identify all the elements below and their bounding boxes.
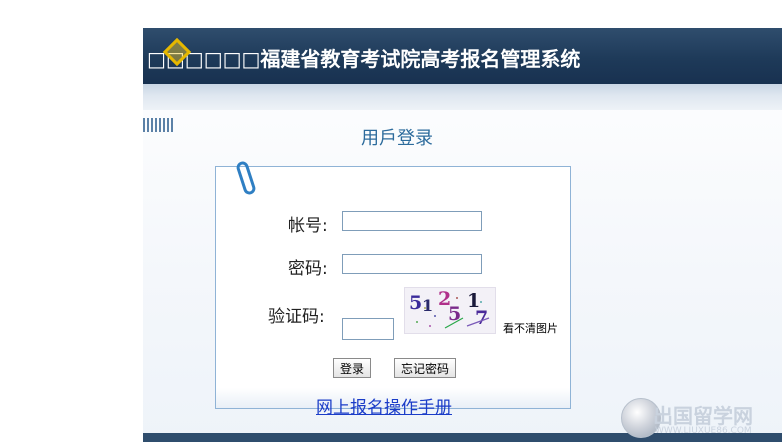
header-banner: □□□□□□福建省教育考试院高考报名管理系统 [143,28,782,84]
login-button[interactable]: 登录 [333,358,372,378]
watermark: 出国留学网 WWW.LIUXUE86.COM [621,398,781,440]
system-title: □□□□□□福建省教育考试院高考报名管理系统 [147,47,581,71]
refresh-captcha-link[interactable]: 看不清图片 [503,320,558,336]
login-panel: 帐号: 密码: 验证码: 5 1 2 5 1 7 看不清图片 登录 忘记密码 网… [215,159,571,418]
paperclip-icon [235,159,257,197]
password-label: 密码: [288,259,328,279]
page-frame: □□□□□□福建省教育考试院高考报名管理系统 用戶登录 帐号: 密码: 验证码:… [143,28,782,442]
captcha-input[interactable] [342,318,394,340]
manual-link[interactable]: 网上报名操作手册 [316,393,452,418]
account-input[interactable] [342,211,482,231]
account-label: 帐号: [288,216,328,236]
watermark-url: WWW.LIUXUE86.COM [655,426,752,436]
watermark-text: 出国留学网 [653,404,753,428]
password-input[interactable] [342,254,482,274]
decorative-bars-icon [143,118,173,132]
captcha-noise-icon [416,297,490,329]
forgot-password-button[interactable]: 忘记密码 [394,358,457,378]
login-heading: 用戶登录 [361,128,433,149]
captcha-label: 验证码: [268,307,325,327]
captcha-image[interactable]: 5 1 2 5 1 7 [404,287,496,334]
header-subband [143,84,782,110]
